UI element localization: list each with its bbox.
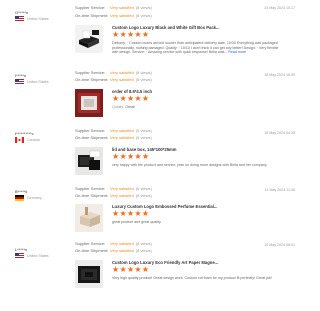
review-text: great product and great quality	[112, 220, 161, 224]
reviewer-country: United States	[27, 16, 49, 21]
shipment-rating: On-time Shipment: Very satisfied (8 views)	[75, 13, 152, 18]
review-text: Quality: Great!	[112, 105, 136, 109]
product-thumbnail[interactable]	[75, 260, 103, 288]
reviewer-info: t**********c Canada	[15, 131, 75, 143]
review-stars: ★★★★★	[112, 209, 150, 218]
review-date: 16 May 2024 04:39	[264, 131, 295, 135]
supplier-service-rating: Supplier Service: Very satisfied (6 views)	[75, 186, 152, 191]
shipment-rating: On-time Shipment: Very satisfied (8 views)	[75, 248, 152, 253]
product-thumbnail[interactable]	[75, 25, 103, 53]
review-item: L*****n United States Supplier Service: V…	[0, 241, 300, 311]
product-thumbnail[interactable]	[75, 204, 103, 232]
reviewer-location: United States	[15, 253, 75, 259]
shipment-rating: On-time Shipment: Very satisfied (6 views)	[75, 193, 152, 198]
us-flag-icon	[15, 253, 24, 259]
reviewer-location: United States	[15, 16, 75, 22]
germany-flag-icon	[15, 195, 24, 201]
reviewer-location: Germany	[15, 195, 75, 201]
reviewer-location: United States	[15, 79, 75, 85]
review-date: 11 May 2024 11:06	[264, 188, 295, 192]
review-date: 10 May 2024 08:01	[264, 243, 295, 247]
us-flag-icon	[15, 16, 24, 22]
reviewer-name: L*****n	[15, 247, 28, 252]
us-flag-icon	[15, 79, 24, 85]
reviewer-location: Canada	[15, 137, 75, 143]
reviewer-info: G*****n United States	[15, 10, 75, 22]
review-date: 24 May 2024 10:17	[264, 6, 295, 10]
canada-flag-icon	[15, 137, 24, 143]
review-stars: ★★★★★	[112, 265, 150, 274]
review-item: G*****n United States Supplier Service: V…	[0, 3, 300, 73]
review-date: 18 May 2024 16:09	[264, 73, 295, 77]
reviewer-info: I*****n United States	[15, 73, 75, 85]
review-stars: ★★★★★	[112, 30, 150, 39]
reviewer-country: Germany	[27, 195, 42, 200]
review-text: Delivery: · Custom boxes arrived sooner …	[112, 41, 279, 55]
reviewer-country: United States	[27, 79, 49, 84]
reviewer-name: t**********c	[15, 131, 34, 136]
reviewer-info: L*****n United States	[15, 247, 75, 259]
product-thumbnail[interactable]	[75, 147, 103, 175]
read-more-link[interactable]: Read more	[228, 50, 246, 54]
product-thumbnail[interactable]	[75, 89, 103, 117]
reviewer-name: G*****n	[15, 10, 29, 15]
shipment-rating: On-time Shipment: Very satisfied (8 views)	[75, 77, 152, 82]
reviewer-name: B*****k	[15, 189, 28, 194]
review-text: Very high quality product! Great design …	[112, 276, 272, 280]
supplier-service-rating: Supplier Service: Very satisfied (5 views)	[75, 128, 152, 133]
supplier-service-rating: Supplier Service: Very satisfied (8 views)	[75, 5, 152, 10]
review-text: very happy with the product and service,…	[112, 163, 267, 167]
supplier-service-rating: Supplier Service: Very satisfied (8 views)	[75, 70, 152, 75]
reviewer-name: I*****n	[15, 73, 27, 78]
shipment-rating: On-time Shipment: Very satisfied (5 views)	[75, 135, 152, 140]
review-stars: ★★★★★	[112, 94, 150, 103]
reviewer-info: B*****k Germany	[15, 189, 75, 201]
review-stars: ★★★★★	[112, 152, 150, 161]
supplier-service-rating: Supplier Service: Very satisfied (8 views)	[75, 241, 152, 246]
reviewer-country: Canada	[27, 137, 40, 142]
reviewer-country: United States	[27, 253, 49, 258]
